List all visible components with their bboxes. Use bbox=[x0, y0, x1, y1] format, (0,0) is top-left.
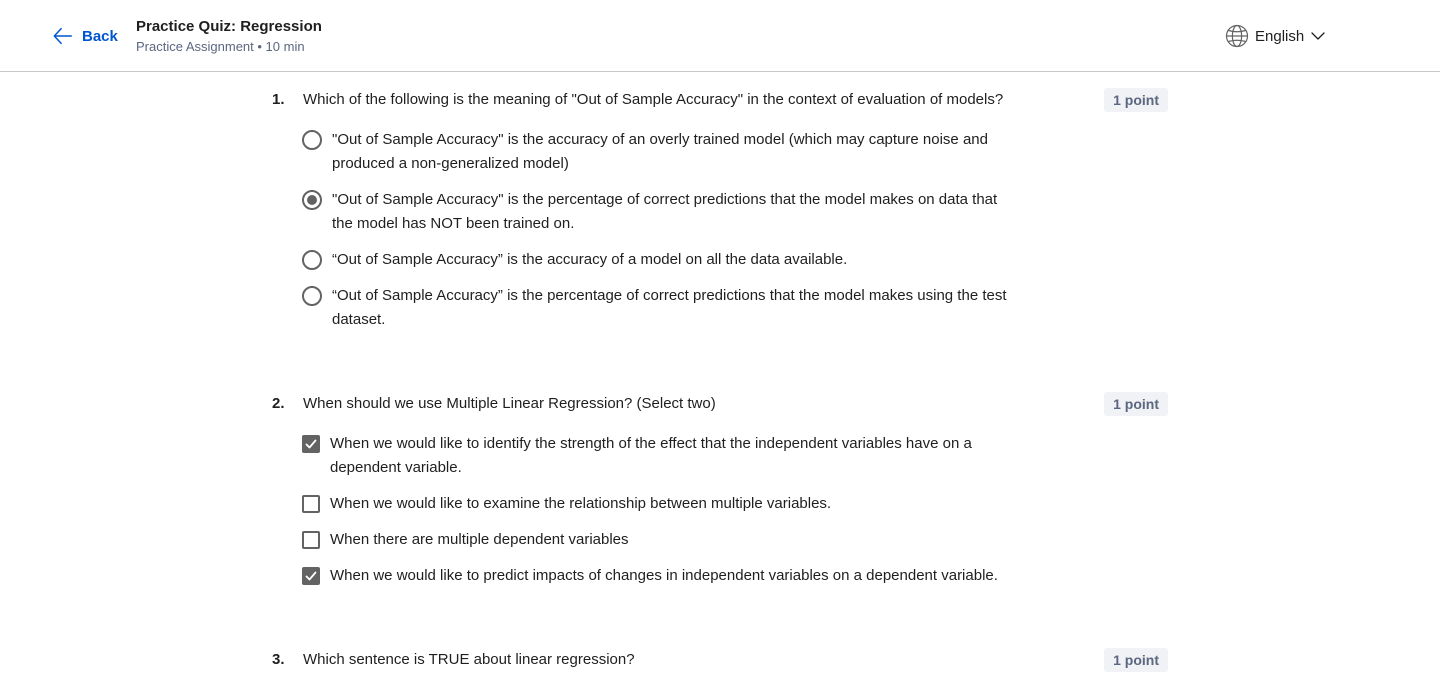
question-2: 2. When should we use Multiple Linear Re… bbox=[272, 392, 1168, 585]
question-text: When should we use Multiple Linear Regre… bbox=[303, 395, 716, 412]
option-label: When we would like to examine the relati… bbox=[330, 495, 832, 512]
answer-option-4[interactable]: When we would like to predict impacts of… bbox=[302, 564, 1022, 588]
back-label: Back bbox=[82, 27, 118, 45]
checkmark-icon bbox=[305, 571, 317, 581]
assignment-title-block: Practice Quiz: Regression Practice Assig… bbox=[136, 17, 322, 57]
page-title: Practice Quiz: Regression bbox=[136, 18, 322, 35]
option-label: “Out of Sample Accuracy” is the accuracy… bbox=[332, 251, 848, 268]
arrow-left-icon bbox=[53, 27, 72, 45]
question-1: 1. Which of the following is the meaning… bbox=[272, 88, 1168, 328]
question-header: 3. Which sentence is TRUE about linear r… bbox=[272, 648, 1168, 672]
option-label: "Out of Sample Accuracy" is the accuracy… bbox=[332, 131, 988, 172]
points-badge: 1 point bbox=[1104, 648, 1168, 672]
radio-button-selected[interactable] bbox=[302, 190, 322, 210]
checkmark-icon bbox=[305, 439, 317, 449]
question-number: 2. bbox=[272, 395, 285, 412]
back-button[interactable]: Back bbox=[52, 25, 118, 47]
checkbox-checked[interactable] bbox=[302, 567, 320, 585]
points-badge: 1 point bbox=[1104, 88, 1168, 112]
option-label: When we would like to identify the stren… bbox=[330, 435, 972, 476]
question-text: Which of the following is the meaning of… bbox=[303, 91, 1004, 108]
option-label: “Out of Sample Accuracy” is the percenta… bbox=[332, 287, 1007, 328]
question-header: 2. When should we use Multiple Linear Re… bbox=[272, 392, 1168, 416]
question-number: 1. bbox=[272, 91, 285, 108]
answer-option-3[interactable]: “Out of Sample Accuracy” is the accuracy… bbox=[302, 248, 1022, 272]
answer-option-4[interactable]: “Out of Sample Accuracy” is the percenta… bbox=[302, 284, 1022, 332]
option-label: When we would like to predict impacts of… bbox=[330, 567, 998, 584]
radio-button[interactable] bbox=[302, 250, 322, 270]
radio-button[interactable] bbox=[302, 286, 322, 306]
top-header: Back Practice Quiz: Regression Practice … bbox=[0, 0, 1440, 72]
answer-option-2[interactable]: When we would like to examine the relati… bbox=[302, 492, 1022, 516]
points-badge: 1 point bbox=[1104, 392, 1168, 416]
checkbox-checked[interactable] bbox=[302, 435, 320, 453]
radio-button[interactable] bbox=[302, 130, 322, 150]
language-label: English bbox=[1255, 27, 1305, 45]
checkbox[interactable] bbox=[302, 531, 320, 549]
option-label: When there are multiple dependent variab… bbox=[330, 531, 629, 548]
option-label: "Out of Sample Accuracy" is the percenta… bbox=[332, 191, 998, 232]
question-number: 3. bbox=[272, 651, 285, 668]
checkbox[interactable] bbox=[302, 495, 320, 513]
answer-option-1[interactable]: When we would like to identify the stren… bbox=[302, 432, 1022, 480]
question-3: 3. Which sentence is TRUE about linear r… bbox=[272, 648, 1168, 672]
question-text: Which sentence is TRUE about linear regr… bbox=[303, 651, 635, 668]
answer-option-3[interactable]: When there are multiple dependent variab… bbox=[302, 528, 1022, 552]
question-header: 1. Which of the following is the meaning… bbox=[272, 88, 1168, 112]
language-selector[interactable]: English bbox=[1225, 24, 1326, 48]
chevron-down-icon bbox=[1311, 32, 1325, 40]
answer-option-1[interactable]: "Out of Sample Accuracy" is the accuracy… bbox=[302, 128, 1022, 176]
answer-option-2[interactable]: "Out of Sample Accuracy" is the percenta… bbox=[302, 188, 1022, 236]
page-subtitle: Practice Assignment • 10 min bbox=[136, 39, 305, 54]
globe-icon bbox=[1225, 24, 1249, 48]
